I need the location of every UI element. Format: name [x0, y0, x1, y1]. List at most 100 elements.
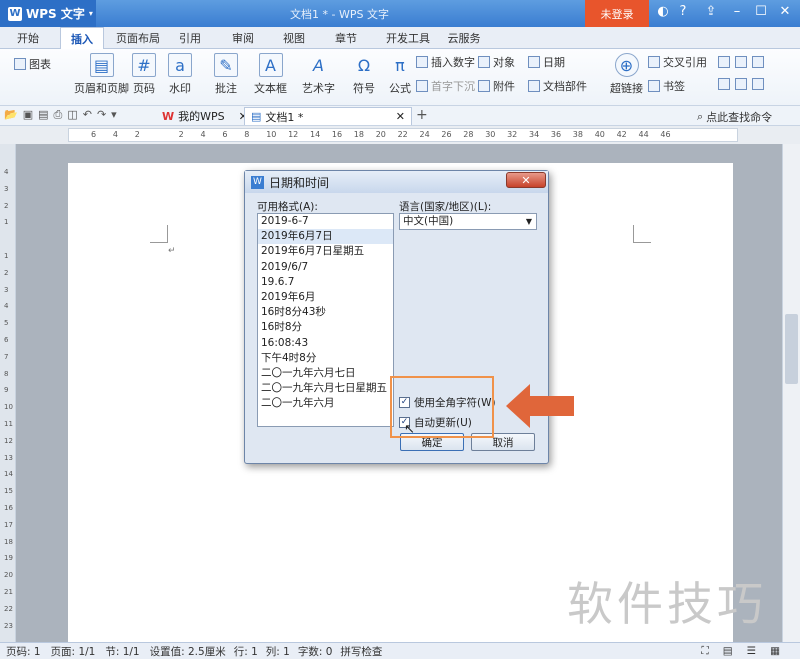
- cross-ref-button[interactable]: 交叉引用: [648, 54, 707, 70]
- eraser-icon[interactable]: [735, 78, 747, 90]
- horizontal-ruler[interactable]: 6 4 2 2 4 6 8 10 12 14 16 18 20 22 24 26 28 30 32 34 36 38 40 4…: [68, 128, 738, 142]
- checkbox-icon[interactable]: [735, 56, 747, 68]
- wordart-button[interactable]: A 艺术字: [302, 53, 335, 96]
- web-view-icon[interactable]: ▦: [770, 645, 780, 658]
- ruler-tick-label: 20: [375, 130, 386, 139]
- format-option[interactable]: 2019年6月7日: [258, 229, 393, 245]
- tab-page-layout[interactable]: 页面布局: [110, 27, 166, 49]
- bookmark-button[interactable]: 书签: [648, 78, 685, 94]
- redo-icon[interactable]: ↷: [97, 108, 106, 122]
- chevron-down-icon: ▾: [88, 9, 93, 18]
- pdf-icon[interactable]: ▤: [38, 108, 48, 122]
- tab-view[interactable]: 视图: [276, 27, 312, 49]
- format-option[interactable]: 16:08:43: [258, 336, 393, 351]
- preview-icon[interactable]: ◫: [67, 108, 77, 122]
- tab-references[interactable]: 引用: [172, 27, 208, 49]
- formula-button[interactable]: π 公式: [388, 53, 412, 96]
- ruler-tick-label: 8: [244, 130, 250, 139]
- chart-button[interactable]: 图表: [14, 56, 51, 72]
- format-option[interactable]: 19.6.7: [258, 275, 393, 290]
- login-button[interactable]: 未登录: [585, 0, 649, 27]
- vertical-ruler[interactable]: 4 3 2 1 1 2 3 4 5 6 7 8 9 10 11 12 13 14 15 16 17 18 19 20 21 22 2…: [0, 144, 16, 646]
- lock-icon[interactable]: [752, 78, 764, 90]
- open-icon[interactable]: 📂: [4, 108, 18, 122]
- tab-review[interactable]: 审阅: [225, 27, 261, 49]
- format-option[interactable]: 2019年6月7日星期五: [258, 244, 393, 259]
- tab-section[interactable]: 章节: [328, 27, 364, 49]
- close-button[interactable]: ✕: [774, 4, 796, 19]
- ruler-tick-label: 44: [638, 130, 649, 139]
- attachment-button[interactable]: 附件: [478, 78, 515, 94]
- object-button[interactable]: 对象: [478, 54, 515, 70]
- new-tab-icon[interactable]: +: [416, 107, 428, 123]
- format-option[interactable]: 2019年6月: [258, 290, 393, 305]
- tab-developer[interactable]: 开发工具: [378, 27, 438, 49]
- textfield-icon[interactable]: [718, 56, 730, 68]
- comment-button[interactable]: ✎ 批注: [214, 53, 238, 96]
- upload-icon[interactable]: ⇪: [700, 4, 722, 19]
- fullscreen-icon[interactable]: ⛶: [701, 645, 708, 658]
- skin-icon[interactable]: ◐: [652, 4, 674, 19]
- formats-listbox[interactable]: 2019-6-7 2019年6月7日 2019年6月7日星期五 2019/6/7 19.…: [257, 213, 394, 427]
- dialog-close-button[interactable]: ✕: [506, 172, 546, 188]
- attachment-icon: [478, 80, 490, 92]
- ruler-tick-label: 8: [4, 369, 9, 378]
- image-icon[interactable]: [718, 78, 730, 90]
- date-button[interactable]: 日期: [528, 54, 565, 70]
- symbol-button[interactable]: Ω 符号: [352, 53, 376, 96]
- globe-icon: ⊕: [614, 53, 639, 77]
- help-button[interactable]: ?: [672, 4, 694, 19]
- tab-cloud[interactable]: 云服务: [440, 27, 488, 49]
- tab-start[interactable]: 开始: [8, 27, 48, 49]
- tab-my-wps[interactable]: W我的WPS✕: [156, 107, 254, 125]
- status-words[interactable]: 字数: 0: [298, 644, 333, 659]
- vertical-scrollbar[interactable]: [782, 144, 800, 646]
- ruler-tick-label: 22: [397, 130, 408, 139]
- ruler-tick-label: 28: [463, 130, 474, 139]
- margin-corner-tr: [633, 225, 651, 243]
- page-view-icon[interactable]: ▤: [723, 645, 733, 658]
- hyperlink-button[interactable]: ⊕ 超链接: [610, 53, 643, 96]
- status-spell[interactable]: 拼写检查: [340, 644, 382, 659]
- format-option[interactable]: 16时8分43秒: [258, 305, 393, 320]
- insert-number-button[interactable]: 插入数字: [416, 54, 475, 70]
- more-icon[interactable]: ▾: [111, 108, 117, 122]
- search-command[interactable]: ⌕ 点此查找命令: [697, 109, 772, 125]
- doc-parts-button[interactable]: 文档部件: [528, 78, 587, 94]
- tab-insert[interactable]: 插入: [60, 27, 104, 49]
- format-option[interactable]: 二〇一九年六月: [258, 396, 393, 411]
- outline-view-icon[interactable]: ☰: [747, 645, 756, 658]
- language-select[interactable]: 中文(中国) ▼: [399, 213, 537, 230]
- close-tab-icon[interactable]: ✕: [396, 110, 405, 123]
- scroll-thumb[interactable]: [785, 314, 798, 384]
- dropcap-button[interactable]: 首字下沉: [416, 78, 475, 94]
- ruler-tick-label: 15: [4, 487, 13, 496]
- ruler-tick-label: 13: [4, 453, 13, 462]
- number-icon: [416, 56, 428, 68]
- minimize-button[interactable]: –: [726, 4, 748, 19]
- header-footer-button[interactable]: ▤ 页眉和页脚: [74, 53, 129, 96]
- format-option[interactable]: 二〇一九年六月七日: [258, 366, 393, 381]
- format-option[interactable]: 2019/6/7: [258, 260, 393, 275]
- undo-icon[interactable]: ↶: [83, 108, 92, 122]
- format-option[interactable]: 16时8分: [258, 320, 393, 335]
- ruler-tick-label: 6: [91, 130, 97, 139]
- textbox-button[interactable]: A 文本框: [254, 53, 287, 96]
- search-icon: ⌕: [697, 110, 704, 123]
- format-option[interactable]: 2019-6-7: [258, 214, 393, 229]
- ruler-tick-label: 12: [4, 436, 13, 445]
- ruler-tick-label: 22: [4, 604, 13, 613]
- save-icon[interactable]: ▣: [23, 108, 33, 122]
- status-pages: 页面: 1/1: [50, 645, 96, 658]
- app-menu-button[interactable]: W WPS 文字 ▾: [0, 0, 96, 27]
- format-option[interactable]: 下午4时8分: [258, 351, 393, 366]
- page-number-button[interactable]: # 页码: [132, 53, 156, 96]
- maximize-button[interactable]: ☐: [750, 4, 772, 19]
- ruler-tick-label: 11: [4, 420, 13, 428]
- format-option[interactable]: 二〇一九年六月七日星期五: [258, 381, 393, 396]
- print-icon[interactable]: ⎙: [54, 108, 63, 122]
- tab-document[interactable]: ▤ 文档1 * ✕: [244, 107, 412, 125]
- watermark-button[interactable]: a 水印: [168, 53, 192, 96]
- dropdown-icon[interactable]: [752, 56, 764, 68]
- ruler-tick-label: 2: [4, 201, 9, 210]
